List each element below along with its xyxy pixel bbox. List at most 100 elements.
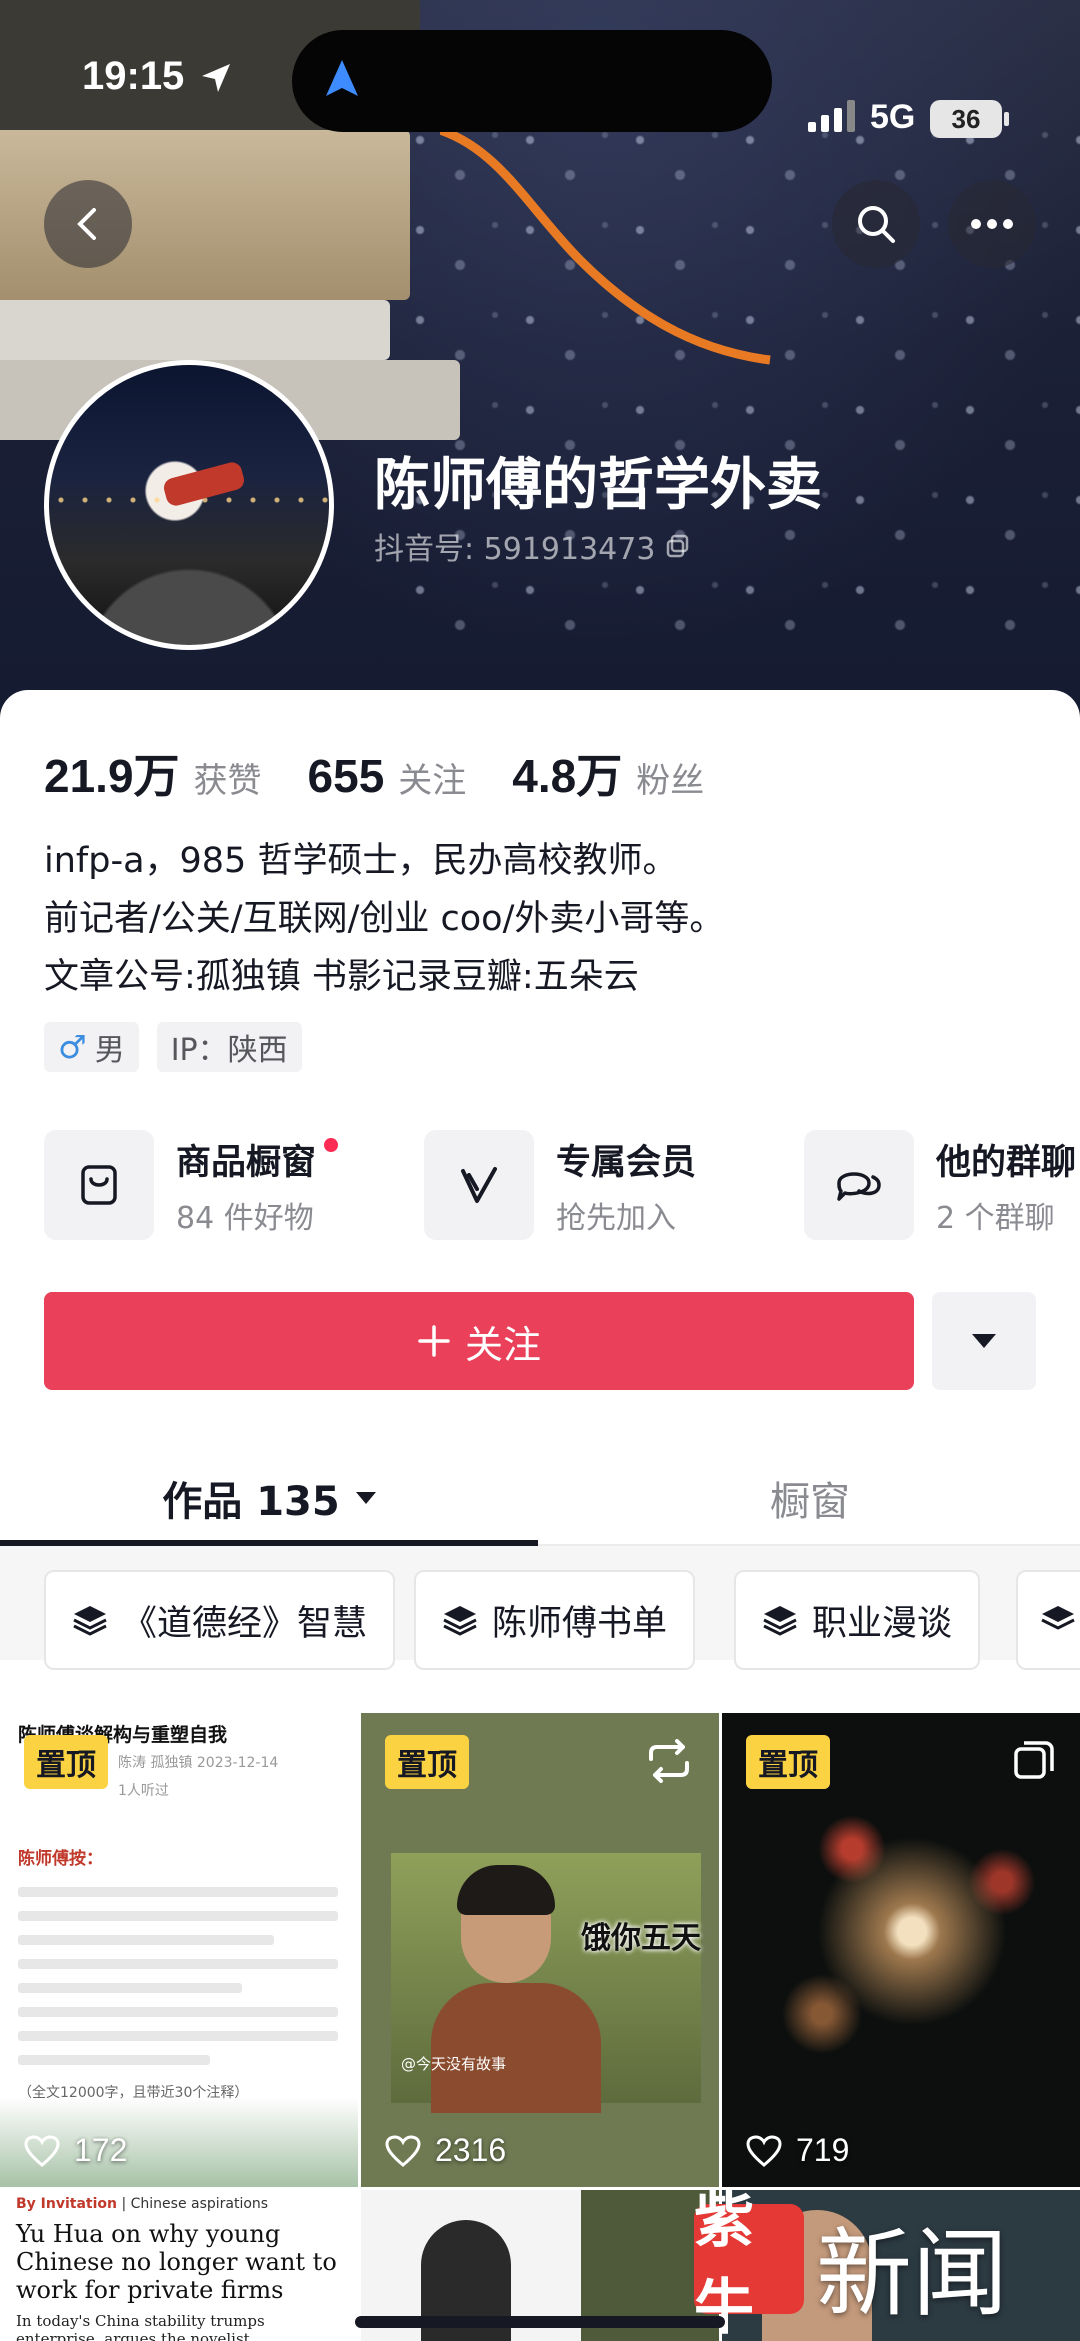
heart-icon — [24, 2134, 60, 2167]
v-icon — [461, 1167, 497, 1203]
collection-chip[interactable]: 陈师傅书单 — [414, 1570, 696, 1670]
bio-line: 前记者/公关/互联网/创业 coo/外卖小哥等。 — [44, 899, 725, 939]
network-type: 5G — [870, 98, 916, 136]
news-byline-text: Chinese aspirations — [130, 2196, 269, 2212]
avatar[interactable] — [44, 360, 334, 650]
douyin-id[interactable]: 抖音号: 591913473 — [374, 524, 691, 568]
notification-dot — [324, 1137, 339, 1152]
layers-icon — [1041, 1606, 1075, 1630]
recommend-dropdown-button[interactable] — [932, 1292, 1036, 1390]
tab-works[interactable]: 作品 135 — [0, 1450, 540, 1546]
repost-icon — [649, 1739, 689, 1783]
profile-tags: ♂ 男 IP：陕西 — [44, 1022, 302, 1072]
bookmark-ribbon — [440, 125, 771, 365]
news-headline: Yu Hua on why young Chinese no longer wa… — [16, 2220, 337, 2304]
stat-value: 655 — [307, 750, 385, 802]
nickname: 陈师傅的哲学外卖 — [374, 453, 822, 518]
service-title: 专属会员 — [556, 1142, 697, 1183]
video-card[interactable]: 饿你五天 @今天没有故事 置顶 2316 — [361, 1713, 719, 2187]
heart-icon — [385, 2134, 421, 2167]
collection-chip[interactable]: 职业漫谈 — [734, 1570, 981, 1670]
follow-label: 关注 — [464, 1322, 541, 1367]
caret-down-icon — [972, 1334, 996, 1348]
video-thumbnail: 饿你五天 @今天没有故事 — [391, 1853, 701, 2113]
collections-row: 《道德经》智慧 陈师傅书单 职业漫谈 — [0, 1546, 1080, 1670]
service-title: 他的群聊 — [936, 1142, 1077, 1183]
bag-icon — [81, 1165, 117, 1205]
content-tabs: 作品 135 橱窗 — [0, 1450, 1080, 1546]
plus-icon — [418, 1325, 450, 1357]
location-arrow-icon — [202, 64, 230, 92]
caret-down-icon — [355, 1492, 376, 1504]
bio-line: infp-a，985 哲学硕士，民办高校教师。 — [44, 841, 678, 881]
bio: infp-a，985 哲学硕士，民办高校教师。 前记者/公关/互联网/创业 co… — [44, 832, 724, 1006]
video-watermark: @今天没有故事 — [401, 2055, 507, 2073]
battery-cap — [1004, 112, 1009, 126]
stat-label: 粉丝 — [636, 761, 705, 801]
news-byline-tag: By Invitation — [16, 2196, 117, 2212]
stat-label: 关注 — [398, 761, 467, 801]
service-subtitle: 2 个群聊 — [936, 1200, 1055, 1236]
gender-tag: ♂ 男 — [44, 1022, 139, 1072]
like-count-value: 172 — [74, 2132, 128, 2168]
stat-value: 4.8万 — [512, 750, 623, 802]
video-card[interactable]: 陈师傅谈解构与重塑自我 陈涛 孤独镇 2023-12-14 1人听过 陈师傅按：… — [0, 1713, 358, 2187]
services-row: 商品橱窗 84 件好物 专属会员 抢先加入 他的群聊 2 个群聊 — [44, 1128, 1080, 1242]
pinned-badge: 置顶 — [24, 1735, 108, 1789]
chat-icon — [837, 1172, 881, 1201]
video-card[interactable]: 置顶 719 — [722, 1713, 1080, 2187]
douyin-id-text: 抖音号: 591913473 — [374, 532, 656, 567]
service-title: 商品橱窗 — [176, 1142, 317, 1183]
collection-label: 陈师傅书单 — [492, 1603, 668, 1644]
battery-indicator: 36 — [930, 100, 1002, 138]
stat-value: 21.9万 — [44, 750, 180, 802]
news-logo-watermark: 紫牛 新闻 — [694, 2186, 1074, 2341]
search-button[interactable] — [832, 180, 920, 268]
like-count: 172 — [24, 2132, 127, 2169]
search-icon — [858, 206, 895, 243]
more-dots-icon — [971, 219, 1013, 229]
collection-label: 《道德经》智慧 — [122, 1603, 368, 1644]
logo-mark: 紫牛 — [694, 2186, 804, 2341]
back-button[interactable] — [44, 180, 132, 268]
service-group-chat[interactable]: 他的群聊 2 个群聊 — [804, 1128, 1076, 1242]
gallery-icon — [302, 1743, 330, 1771]
service-shop-window[interactable]: 商品橱窗 84 件好物 — [44, 1128, 339, 1242]
stats-row: 21.9万 获赞 655 关注 4.8万 粉丝 — [44, 740, 750, 806]
layers-icon — [73, 1606, 107, 1636]
ip-label: IP：陕西 — [170, 1033, 288, 1068]
article-listens: 1人听过 — [118, 1783, 169, 1799]
chevron-left-icon — [77, 208, 96, 240]
stat-likes[interactable]: 21.9万 获赞 — [44, 740, 262, 806]
video-card[interactable]: By Invitation | Chinese aspirations Yu H… — [0, 2190, 358, 2341]
dynamic-island — [292, 30, 772, 132]
like-count-value: 719 — [796, 2132, 850, 2168]
copy-icon[interactable] — [665, 533, 691, 559]
stat-following[interactable]: 655 关注 — [308, 749, 467, 803]
pinned-badge: 置顶 — [385, 1735, 469, 1789]
article-heading: 陈师傅按： — [18, 1849, 103, 1869]
news-byline: By Invitation | Chinese aspirations — [16, 2196, 269, 2212]
more-button[interactable] — [948, 180, 1036, 268]
navigation-arrow-icon — [326, 60, 358, 96]
bio-line: 文章公号:孤独镇 书影记录豆瓣:五朵云 — [44, 957, 639, 997]
logo-text: 新闻 — [816, 2218, 1008, 2330]
collection-chip-overflow[interactable] — [1016, 1570, 1080, 1670]
tab-works-label: 作品 135 — [162, 1479, 340, 1525]
status-time: 19:15 — [82, 54, 185, 98]
service-membership[interactable]: 专属会员 抢先加入 — [424, 1128, 696, 1242]
home-indicator[interactable] — [355, 2316, 725, 2328]
stat-followers[interactable]: 4.8万 粉丝 — [512, 740, 704, 806]
collection-chip[interactable]: 《道德经》智慧 — [44, 1570, 396, 1670]
collection-label: 职业漫谈 — [812, 1603, 953, 1644]
like-count: 719 — [746, 2132, 849, 2169]
news-subhead: In today's China stability trumps enterp… — [16, 2312, 265, 2341]
gallery-icon — [1014, 1741, 1054, 1779]
service-subtitle: 抢先加入 — [556, 1200, 676, 1236]
male-icon: ♂ — [58, 1028, 87, 1066]
tab-shop-window[interactable]: 橱窗 — [540, 1450, 1080, 1546]
stat-label: 获赞 — [193, 761, 262, 801]
fireworks-thumbnail — [762, 1783, 1062, 2113]
follow-button[interactable]: 关注 — [44, 1292, 914, 1390]
like-count-value: 2316 — [435, 2132, 507, 2168]
